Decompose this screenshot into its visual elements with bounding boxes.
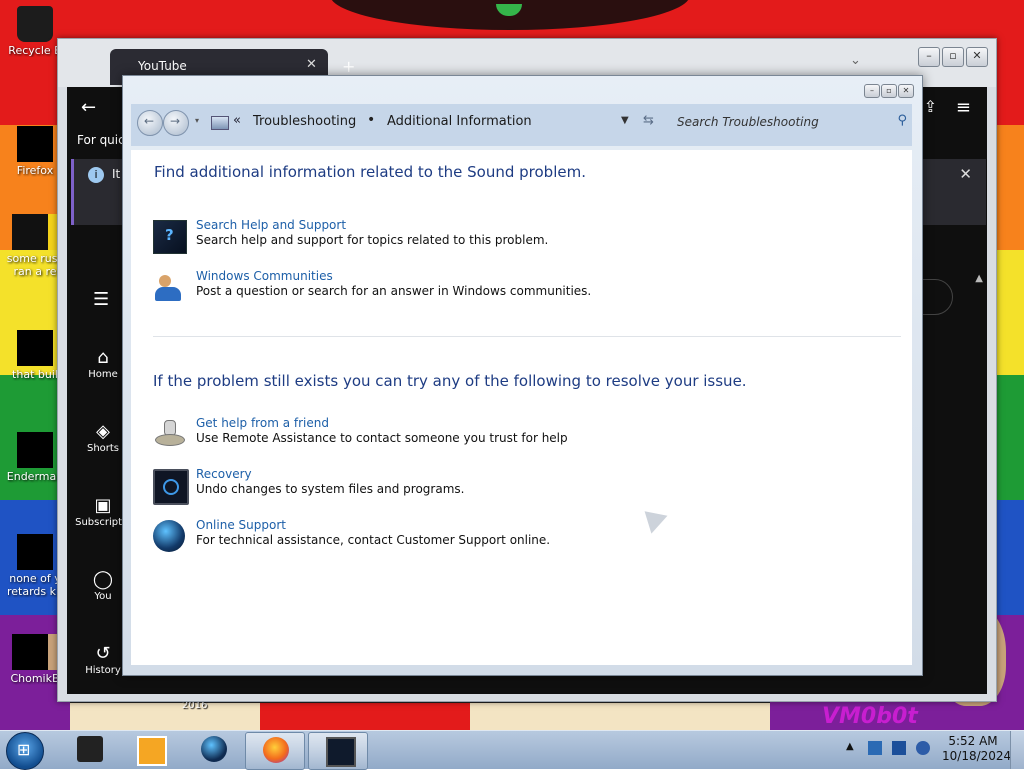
system-clock[interactable]: 5:52 AM 10/18/2024 xyxy=(942,734,1012,764)
tab-title: YouTube xyxy=(138,59,187,73)
back-arrow-icon: ← xyxy=(144,114,155,128)
firefox-icon xyxy=(263,737,289,763)
minimize-button[interactable]: – xyxy=(864,84,880,98)
browser-window-controls: – ▫ ✕ xyxy=(918,47,988,67)
search-icon[interactable]: ⚲ xyxy=(897,113,907,128)
recent-pages-dropdown-icon[interactable]: ▾ xyxy=(195,116,199,125)
clock-time: 5:52 AM xyxy=(948,734,998,748)
creature-eye xyxy=(496,4,522,16)
content-pane: Find additional information related to t… xyxy=(131,150,912,665)
file-icon xyxy=(17,534,53,570)
forward-arrow-icon: → xyxy=(170,114,181,128)
search-help-link[interactable]: Search Help and Support xyxy=(196,218,346,232)
action-center-flag-icon[interactable] xyxy=(868,741,882,755)
section-heading-resolve: If the problem still exists you can try … xyxy=(153,372,747,390)
recovery-icon xyxy=(153,469,189,505)
recovery-description: Undo changes to system files and program… xyxy=(196,482,465,496)
search-input[interactable]: Search Troubleshooting ⚲ xyxy=(669,112,909,134)
help-support-icon xyxy=(153,220,187,254)
hamburger-menu-icon[interactable]: ☰ xyxy=(93,289,109,310)
control-panel-icon xyxy=(211,116,229,130)
windows-communities-link[interactable]: Windows Communities xyxy=(196,269,333,283)
show-desktop-button[interactable] xyxy=(1010,731,1024,769)
refresh-icon[interactable]: ⇆ xyxy=(643,113,654,128)
breadcrumb-separator: • xyxy=(367,112,376,128)
breadcrumb-troubleshooting[interactable]: Troubleshooting xyxy=(253,114,356,129)
volume-icon[interactable] xyxy=(916,741,930,755)
breadcrumb-additional-information[interactable]: Additional Information xyxy=(387,114,532,129)
close-icon[interactable]: ✕ xyxy=(959,165,972,183)
search-help-description: Search help and support for topics relat… xyxy=(196,233,549,247)
close-button[interactable]: ✕ xyxy=(898,84,914,98)
help-friend-link[interactable]: Get help from a friend xyxy=(196,416,329,430)
minimize-button[interactable]: – xyxy=(918,47,940,67)
forward-button[interactable]: → xyxy=(163,110,189,136)
close-tab-icon[interactable]: ✕ xyxy=(306,57,317,72)
section-divider xyxy=(153,336,901,337)
windows-communities-description: Post a question or search for an answer … xyxy=(196,284,592,298)
network-icon[interactable] xyxy=(892,741,906,755)
list-item-online-support[interactable]: Online Support For technical assistance,… xyxy=(153,516,893,556)
recycle-bin-icon xyxy=(17,6,53,42)
show-hidden-icons-icon[interactable]: ▲ xyxy=(846,741,854,752)
online-support-link[interactable]: Online Support xyxy=(196,518,286,532)
taskbar-app-explorer[interactable] xyxy=(60,732,118,768)
list-item-windows-communities[interactable]: Windows Communities Post a question or s… xyxy=(153,267,893,307)
chevron-down-icon[interactable]: ⌄ xyxy=(850,53,861,68)
troubleshooting-window[interactable]: – ▫ ✕ ← → ▾ « Troubleshooting • Addition… xyxy=(122,75,923,676)
clock-date: 10/18/2024 xyxy=(942,749,1012,763)
network-globe-icon xyxy=(201,736,227,762)
maximize-button[interactable]: ▫ xyxy=(881,84,897,98)
menu-icon[interactable]: ≡ xyxy=(956,97,971,118)
taskbar-app-network[interactable] xyxy=(184,732,242,768)
media-player-icon xyxy=(137,736,167,766)
back-arrow-icon[interactable]: ← xyxy=(81,97,96,118)
window-controls: – ▫ ✕ xyxy=(864,84,914,98)
start-button[interactable]: ⊞ xyxy=(6,732,44,770)
window-icon xyxy=(17,432,53,468)
recovery-link[interactable]: Recovery xyxy=(196,467,252,481)
address-dropdown-icon[interactable]: ▼ xyxy=(621,115,629,126)
info-icon: i xyxy=(88,167,104,183)
section-heading-additional-info: Find additional information related to t… xyxy=(154,163,586,181)
taskbar-app-media-player[interactable] xyxy=(120,732,178,768)
vm-watermark: VM0b0t xyxy=(822,704,918,729)
search-placeholder: Search Troubleshooting xyxy=(677,115,819,129)
remote-assistance-icon xyxy=(153,418,185,450)
folder-icon xyxy=(17,330,53,366)
wallpaper-creature xyxy=(330,0,690,30)
windows-logo-icon: ⊞ xyxy=(17,740,31,759)
hamster-icon xyxy=(12,634,58,670)
share-icon[interactable]: ⇪ xyxy=(924,97,937,116)
communities-icon xyxy=(153,271,185,303)
close-button[interactable]: ✕ xyxy=(966,47,988,67)
online-support-description: For technical assistance, contact Custom… xyxy=(196,533,551,547)
firefox-icon xyxy=(17,126,53,162)
back-button[interactable]: ← xyxy=(137,110,163,136)
explorer-icon xyxy=(77,736,103,762)
taskbar-app-troubleshooting[interactable] xyxy=(308,732,368,770)
address-bar: ← → ▾ « Troubleshooting • Additional Inf… xyxy=(131,104,912,146)
list-item-search-help[interactable]: Search Help and Support Search help and … xyxy=(153,216,893,256)
file-icon xyxy=(12,214,58,250)
help-friend-description: Use Remote Assistance to contact someone… xyxy=(196,431,568,445)
chevron-left-icon[interactable]: « xyxy=(233,113,241,128)
online-support-icon xyxy=(153,520,185,552)
troubleshooting-icon xyxy=(326,737,356,767)
list-item-recovery[interactable]: Recovery Undo changes to system files an… xyxy=(153,465,893,505)
taskbar: ⊞ ▲ 5:52 AM 10/18/2024 xyxy=(0,730,1024,770)
maximize-button[interactable]: ▫ xyxy=(942,47,964,67)
scroll-up-icon[interactable]: ▲ xyxy=(975,273,983,284)
taskbar-app-firefox[interactable] xyxy=(245,732,305,770)
new-tab-icon[interactable]: + xyxy=(342,57,355,76)
list-item-help-friend[interactable]: Get help from a friend Use Remote Assist… xyxy=(153,414,893,454)
